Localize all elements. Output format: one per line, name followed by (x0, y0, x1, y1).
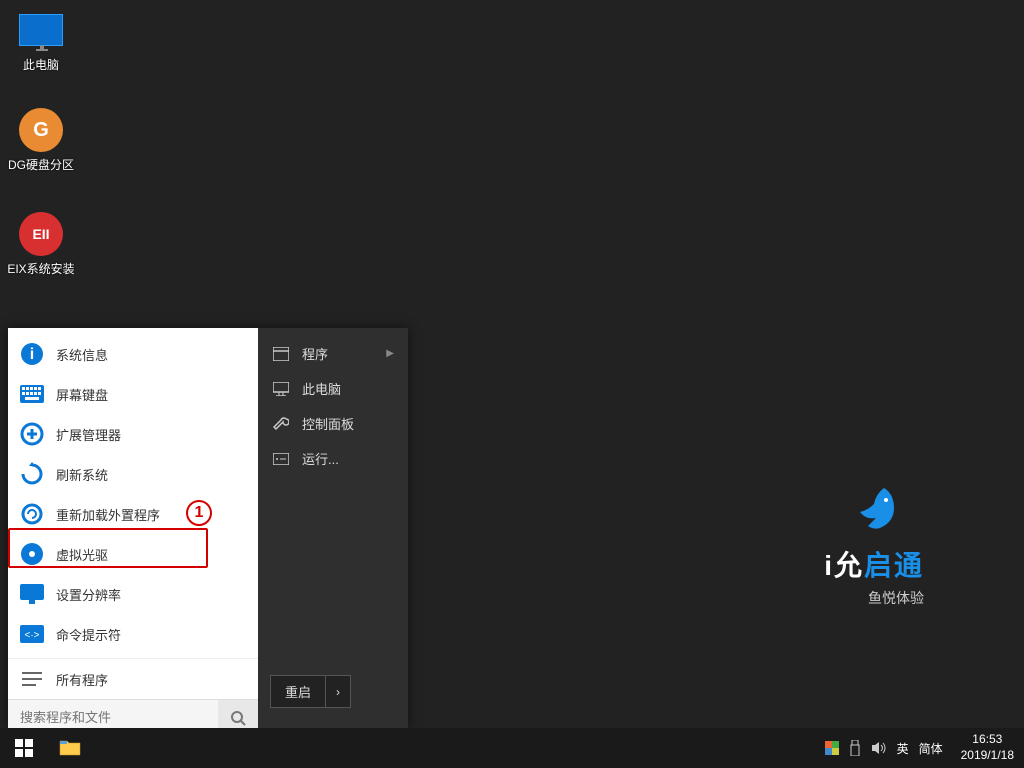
display-icon (20, 582, 44, 606)
clock-time: 16:53 (961, 732, 1014, 748)
reload-icon (20, 502, 44, 526)
menu-item-label: 运行... (302, 449, 339, 468)
menu-item-label: 系统信息 (56, 345, 108, 364)
menu-item-all-programs[interactable]: 所有程序 (8, 658, 258, 699)
menu-item-label: 设置分辨率 (56, 585, 121, 604)
start-menu: i 系统信息 屏幕键盘 扩展管理器 刷新系统 重新加载外置程序 虚拟光驱 (8, 328, 408, 728)
run-icon (272, 450, 290, 468)
menu-item-extension-manager[interactable]: 扩展管理器 (8, 414, 258, 454)
restart-more-button[interactable]: › (326, 675, 351, 708)
menu-item-label: 虚拟光驱 (56, 545, 108, 564)
svg-text:i: i (30, 346, 34, 363)
list-icon (20, 667, 44, 691)
eii-circle-icon: EII (19, 212, 63, 256)
refresh-icon (20, 462, 44, 486)
tray-clock[interactable]: 16:53 2019/1/18 (953, 732, 1022, 763)
plus-circle-icon (20, 422, 44, 446)
menu-item-reload-external[interactable]: 重新加载外置程序 (8, 494, 258, 534)
brand-sub: 鱼悦体验 (824, 588, 924, 608)
menu-item-set-resolution[interactable]: 设置分辨率 (8, 574, 258, 614)
menu-item-label: 控制面板 (302, 414, 354, 433)
tray-ime-lang[interactable]: 英 (897, 740, 909, 757)
desktop-icon-label: EIX系统安装 (6, 260, 76, 277)
start-menu-right: 程序 ▶ 此电脑 控制面板 运行... 重启 › (258, 328, 408, 728)
menu-item-virtual-cd[interactable]: 虚拟光驱 (8, 534, 258, 574)
info-icon: i (20, 342, 44, 366)
svg-text:<·>: <·> (24, 630, 39, 641)
menu-item-on-screen-keyboard[interactable]: 屏幕键盘 (8, 374, 258, 414)
tray-colorful-icon[interactable] (825, 741, 839, 755)
menu-item-command-prompt[interactable]: <·> 命令提示符 (8, 614, 258, 654)
menu-item-label: 所有程序 (56, 670, 108, 689)
taskbar: 英 简体 16:53 2019/1/18 (0, 728, 1024, 768)
search-icon (230, 710, 246, 726)
wrench-icon (272, 415, 290, 433)
g-circle-icon: G (19, 108, 63, 152)
menu-item-refresh-system[interactable]: 刷新系统 (8, 454, 258, 494)
desktop-icon-this-pc[interactable]: 此电脑 (6, 8, 76, 73)
disc-icon (20, 542, 44, 566)
clock-date: 2019/1/18 (961, 748, 1014, 764)
system-tray: 英 简体 16:53 2019/1/18 (825, 732, 1024, 763)
menu-item-programs[interactable]: 程序 ▶ (258, 336, 408, 371)
desktop-icon-label: 此电脑 (6, 56, 76, 73)
menu-item-label: 此电脑 (302, 379, 341, 398)
menu-item-system-info[interactable]: i 系统信息 (8, 334, 258, 374)
brand-name: i允启通 (824, 544, 924, 584)
windows-icon (15, 739, 33, 757)
desktop-icon-label: DG硬盘分区 (6, 156, 76, 173)
tray-ime-mode[interactable]: 简体 (919, 740, 943, 757)
menu-item-control-panel[interactable]: 控制面板 (258, 406, 408, 441)
desktop-icon-dg-partition[interactable]: G DG硬盘分区 (6, 108, 76, 173)
menu-item-label: 屏幕键盘 (56, 385, 108, 404)
folder-icon (59, 738, 81, 756)
pc-icon (272, 380, 290, 398)
desktop-icon-eix-install[interactable]: EII EIX系统安装 (6, 212, 76, 277)
start-menu-left: i 系统信息 屏幕键盘 扩展管理器 刷新系统 重新加载外置程序 虚拟光驱 (8, 328, 258, 728)
menu-item-run[interactable]: 运行... (258, 441, 408, 476)
brand-logo: i允启通 鱼悦体验 (824, 480, 924, 608)
chevron-right-icon: ▶ (386, 348, 394, 359)
menu-item-this-pc[interactable]: 此电脑 (258, 371, 408, 406)
tray-usb-icon[interactable] (849, 740, 861, 756)
menu-item-label: 程序 (302, 344, 328, 363)
fish-icon (846, 480, 902, 536)
terminal-icon: <·> (20, 622, 44, 646)
start-button[interactable] (0, 728, 48, 768)
menu-item-label: 重新加载外置程序 (56, 505, 160, 524)
monitor-icon (19, 14, 63, 46)
taskbar-item-explorer[interactable] (48, 731, 92, 765)
annotation-number: 1 (186, 500, 212, 526)
restart-button[interactable]: 重启 (270, 675, 326, 708)
window-icon (272, 345, 290, 363)
power-row: 重启 › (258, 667, 408, 720)
tray-volume-icon[interactable] (871, 741, 887, 755)
keyboard-icon (20, 382, 44, 406)
menu-item-label: 命令提示符 (56, 625, 121, 644)
menu-item-label: 刷新系统 (56, 465, 108, 484)
menu-item-label: 扩展管理器 (56, 425, 121, 444)
